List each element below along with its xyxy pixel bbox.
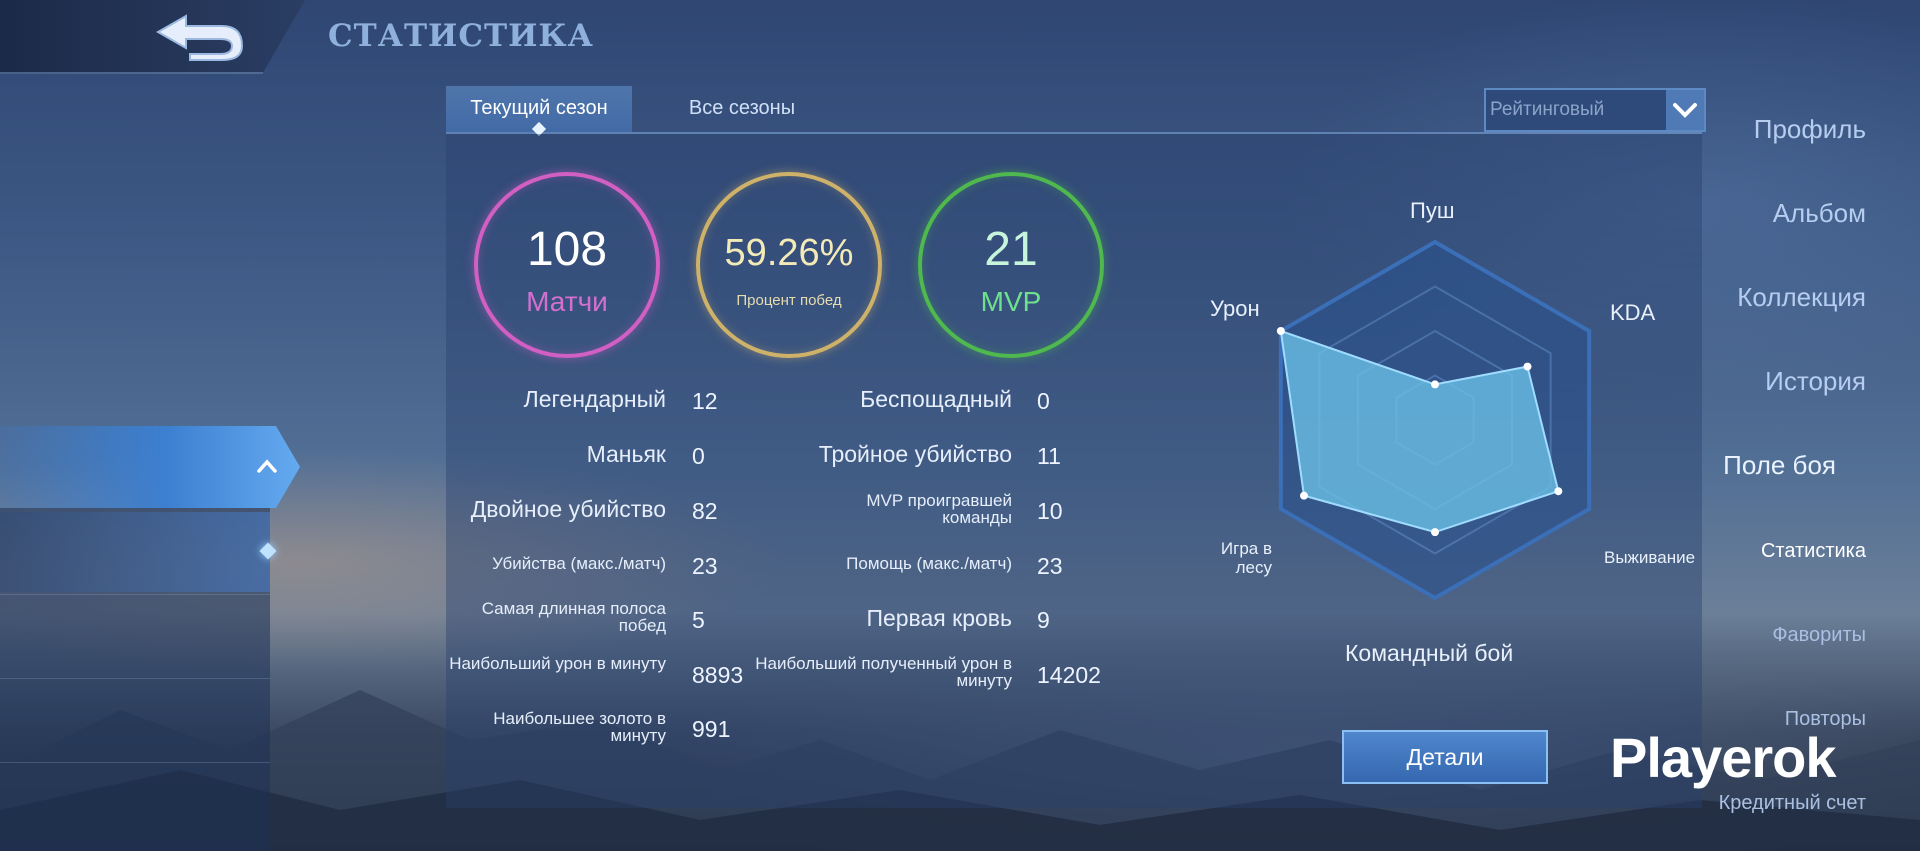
stat-label: Тройное убийство (818, 441, 1012, 467)
sidebar-divider (0, 678, 270, 679)
stat-label: Помощь (макс./матч) (846, 554, 1012, 573)
stat-label: Наибольшее золото в минуту (493, 709, 666, 745)
radar-point (1431, 528, 1439, 537)
mvp-value: 21 (984, 223, 1038, 276)
sidebar-divider (0, 762, 270, 763)
chevron-down-icon (1673, 103, 1697, 118)
radar-label-teamfight: Командный бой (1345, 640, 1514, 666)
mode-select-value: Рейтинговый (1490, 99, 1605, 120)
stat-value: 82 (692, 498, 718, 524)
sidebar-item-battlefield[interactable] (0, 426, 300, 508)
details-button[interactable]: Детали (1342, 730, 1548, 784)
stat-value: 14202 (1037, 662, 1101, 688)
mode-select[interactable]: Рейтинговый (1484, 88, 1706, 132)
radar-point (1523, 362, 1532, 371)
winrate-value: 59.26% (724, 232, 854, 274)
stat-value: 0 (1037, 388, 1050, 414)
tab-all-seasons[interactable]: Все сезоны (652, 86, 832, 132)
stat-label: Убийства (макс./матч) (492, 554, 666, 573)
radar-point (1554, 487, 1563, 496)
stat-value: 10 (1037, 498, 1063, 524)
radar-label-survival: Выживание (1604, 548, 1696, 567)
matches-label: Матчи (526, 286, 608, 317)
stat-value: 9 (1037, 607, 1050, 633)
stat-label: Наибольший полученный урон в минуту (755, 654, 1012, 690)
stat-value: 11 (1037, 443, 1061, 469)
radar-label-push: Пуш (1410, 198, 1455, 223)
stat-label: MVP проигравшей команды (866, 491, 1012, 527)
radar-point (1431, 380, 1439, 389)
stat-value: 23 (1037, 553, 1063, 579)
sidebar-item-album[interactable]: Альбом (1773, 198, 1866, 229)
stat-value: 12 (692, 388, 718, 414)
page-title: СТАТИСТИКА (328, 18, 594, 54)
radar-point (1299, 491, 1308, 500)
back-arrow-icon (155, 14, 244, 61)
stat-label: Двойное убийство (470, 496, 666, 522)
sidebar-item-history[interactable]: История (1765, 366, 1866, 397)
stat-label: Беспощадный (860, 386, 1012, 412)
radar-chart (1276, 239, 1592, 601)
sidebar-subitem-favorites[interactable]: Фавориты (1772, 624, 1866, 647)
stat-label: Наибольший урон в минуту (449, 654, 666, 673)
stat-value: 5 (692, 607, 705, 633)
sidebar-subitem-statistics[interactable]: Статистика (1761, 540, 1866, 563)
matches-value: 108 (526, 223, 608, 276)
sidebar-item-battlefield-label: Поле боя (1723, 450, 1836, 480)
radar-label-kda: KDA (1610, 300, 1656, 325)
stat-label: Первая кровь (866, 605, 1012, 631)
sidebar-divider (0, 594, 270, 595)
stat-value: 991 (692, 716, 731, 742)
radar-label-damage: Урон (1210, 296, 1260, 321)
chevron-up-icon (257, 459, 277, 473)
radar-label-jungle: Игра в лесу (1220, 539, 1272, 577)
sidebar-item-collection[interactable]: Коллекция (1737, 282, 1866, 313)
matches-ring: 108 Матчи (474, 172, 660, 358)
watermark-logo: Playerok (1610, 726, 1836, 789)
stat-label: Самая длинная полоса побед (481, 599, 666, 635)
winrate-ring: 59.26% Процент побед (696, 172, 882, 358)
stat-value: 8893 (692, 662, 744, 688)
stat-label: Маньяк (586, 441, 666, 467)
stat-value: 0 (692, 443, 705, 469)
stat-value: 23 (692, 553, 718, 579)
mvp-label: MVP (980, 286, 1042, 317)
stat-label: Легендарный (523, 386, 666, 412)
mvp-ring: 21 MVP (918, 172, 1104, 358)
winrate-label: Процент побед (736, 292, 842, 309)
sidebar-item-profile[interactable]: Профиль (1754, 114, 1866, 145)
top-bar: СТАТИСТИКА (0, 0, 1920, 74)
back-button[interactable] (150, 8, 250, 64)
sidebar-subitem-credit-score[interactable]: Кредитный счет (1719, 792, 1866, 815)
sidebar-subitem-active-bg (0, 512, 270, 592)
radar-point (1276, 327, 1285, 335)
mode-select-toggle[interactable] (1666, 90, 1704, 130)
